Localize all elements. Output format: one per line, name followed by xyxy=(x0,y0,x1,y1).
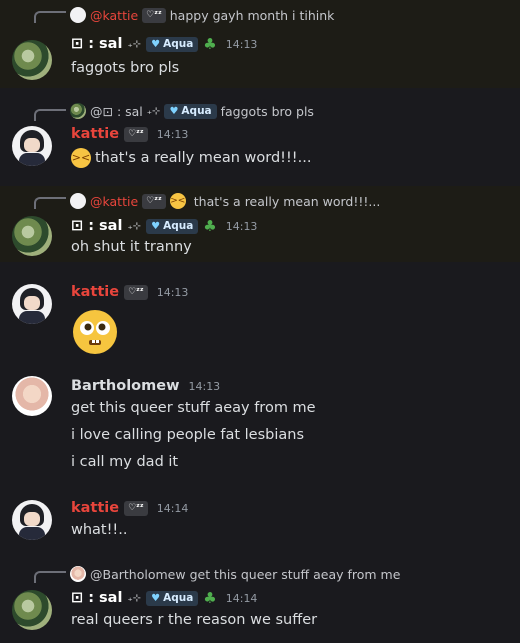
heart-icon: ♥ xyxy=(169,105,179,117)
heart-icon: ♥ xyxy=(151,38,161,50)
message-header: kattie ♡ᶻᶻ 14:13 xyxy=(71,282,188,302)
reply-preview[interactable]: @kattie ♡ᶻᶻ happy gayh month i tihink xyxy=(70,6,334,24)
decor: ₊⊹ xyxy=(127,592,142,604)
message-text: faggots bro pls xyxy=(71,60,180,76)
author-name[interactable]: ⊡ : sal xyxy=(71,36,122,52)
timestamp[interactable]: 14:13 xyxy=(188,380,220,393)
reply-author[interactable]: @kattie xyxy=(90,8,138,23)
author-name[interactable]: Bartholomew xyxy=(71,378,179,394)
status-badge: ♡ᶻᶻ xyxy=(142,7,166,23)
reply-text: that's a really mean word!!!... xyxy=(193,193,381,209)
reply-connector xyxy=(34,571,66,583)
clover-icon: ♣ xyxy=(203,589,217,607)
avatar[interactable] xyxy=(12,500,52,540)
message: kattie ♡ᶻᶻ 14:14 what!!.. xyxy=(0,490,520,550)
message-text: i love calling people fat lesbians xyxy=(71,427,305,443)
reply-connector xyxy=(34,109,66,121)
timestamp[interactable]: 14:13 xyxy=(157,128,189,141)
avatar xyxy=(70,566,86,582)
decor: ₊⊹ xyxy=(127,220,142,232)
avatar[interactable] xyxy=(12,284,52,324)
reply-preview[interactable]: @Bartholomew get this queer stuff aeay f… xyxy=(70,565,400,583)
message: @kattie ♡ᶻᶻ happy gayh month i tihink ⊡ … xyxy=(0,0,520,88)
message-text: real queers r the reason we suffer xyxy=(71,612,318,628)
reply-preview[interactable]: @kattie ♡ᶻᶻ >< that's a really mean word… xyxy=(70,192,380,210)
message-header: kattie ♡ᶻᶻ 14:13 xyxy=(71,124,188,144)
decor: ₊⊹ xyxy=(127,38,142,50)
author-name[interactable]: kattie xyxy=(71,500,119,516)
message-header: Bartholomew 14:13 xyxy=(71,376,220,396)
status-badge: ♡ᶻᶻ xyxy=(124,126,148,142)
role-tag[interactable]: ♥ Aqua xyxy=(164,103,217,119)
role-tag[interactable]: ♥ Aqua xyxy=(146,36,199,52)
status-badge: ♡ᶻᶻ xyxy=(142,193,166,209)
timestamp[interactable]: 14:14 xyxy=(226,592,258,605)
message: kattie ♡ᶻᶻ 14:13 xyxy=(0,272,520,360)
author-name[interactable]: ⊡ : sal xyxy=(71,218,122,234)
reply-text: faggots bro pls xyxy=(220,103,314,119)
message: @Bartholomew get this queer stuff aeay f… xyxy=(0,560,520,643)
clover-icon: ♣ xyxy=(203,217,217,235)
reply-author[interactable]: @kattie xyxy=(90,194,138,209)
author-name[interactable]: ⊡ : sal xyxy=(71,590,122,606)
message: @kattie ♡ᶻᶻ >< that's a really mean word… xyxy=(0,186,520,262)
avatar[interactable] xyxy=(12,216,52,256)
timestamp[interactable]: 14:13 xyxy=(226,38,258,51)
reply-text: happy gayh month i tihink xyxy=(169,7,335,23)
decor: ₊⊹ xyxy=(146,105,161,117)
role-tag[interactable]: ♥ Aqua xyxy=(146,590,199,606)
reply-preview[interactable]: @⊡ : sal ₊⊹ ♥ Aqua faggots bro pls xyxy=(70,102,314,120)
timestamp[interactable]: 14:13 xyxy=(226,220,258,233)
message-text: what!!.. xyxy=(71,522,128,538)
persevere-emoji-icon: >< xyxy=(71,148,91,168)
message-text: that's a really mean word!!!... xyxy=(95,150,312,166)
reply-connector xyxy=(34,11,66,23)
reply-text: get this queer stuff aeay from me xyxy=(189,566,401,582)
avatar[interactable] xyxy=(12,126,52,166)
pleading-emoji-icon xyxy=(73,310,117,354)
message: @⊡ : sal ₊⊹ ♥ Aqua faggots bro pls kattie… xyxy=(0,98,520,178)
author-name[interactable]: kattie xyxy=(71,126,119,142)
reply-connector xyxy=(34,197,66,209)
persevere-emoji-icon: >< xyxy=(169,193,186,209)
avatar[interactable] xyxy=(12,40,52,80)
timestamp[interactable]: 14:14 xyxy=(157,502,189,515)
avatar xyxy=(70,103,86,119)
message-text: oh shut it tranny xyxy=(71,239,192,255)
heart-icon: ♥ xyxy=(151,220,161,232)
message-text: get this queer stuff aeay from me xyxy=(71,400,316,416)
avatar xyxy=(70,7,86,23)
message: Bartholomew 14:13 get this queer stuff a… xyxy=(0,368,520,480)
message-content: >< that's a really mean word!!!... xyxy=(71,148,311,168)
status-badge: ♡ᶻᶻ xyxy=(124,500,148,516)
clover-icon: ♣ xyxy=(203,35,217,53)
avatar[interactable] xyxy=(12,590,52,630)
avatar[interactable] xyxy=(12,376,52,416)
message-header: ⊡ : sal ₊⊹ ♥ Aqua ♣ 14:13 xyxy=(71,34,257,54)
reply-author[interactable]: @⊡ : sal xyxy=(90,104,143,119)
role-tag[interactable]: ♥ Aqua xyxy=(146,218,199,234)
message-header: ⊡ : sal ₊⊹ ♥ Aqua ♣ 14:13 xyxy=(71,216,257,236)
message-text: i call my dad it xyxy=(71,454,179,470)
reply-author[interactable]: @Bartholomew xyxy=(90,567,186,582)
message-header: kattie ♡ᶻᶻ 14:14 xyxy=(71,498,188,518)
avatar xyxy=(70,193,86,209)
author-name[interactable]: kattie xyxy=(71,284,119,300)
heart-icon: ♥ xyxy=(151,592,161,604)
status-badge: ♡ᶻᶻ xyxy=(124,284,148,300)
message-header: ⊡ : sal ₊⊹ ♥ Aqua ♣ 14:14 xyxy=(71,588,257,608)
timestamp[interactable]: 14:13 xyxy=(157,286,189,299)
